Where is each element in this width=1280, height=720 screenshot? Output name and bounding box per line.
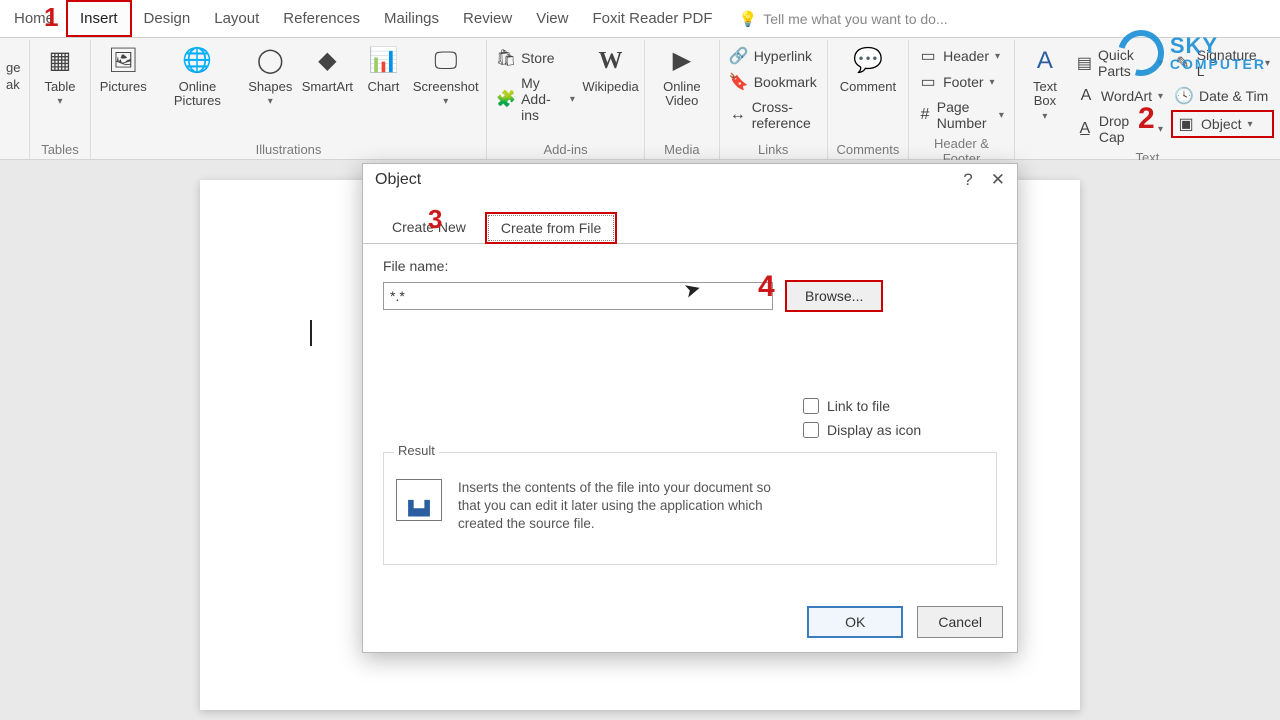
hyperlink-button[interactable]: 🔗Hyperlink [726,44,816,68]
browse-button[interactable]: Browse... [785,280,883,312]
group-illustrations: Illustrations [97,140,480,157]
group-media: Media [651,140,713,157]
watermark-ring-icon [1109,22,1172,85]
tell-me-placeholder: Tell me what you want to do... [763,11,947,27]
tell-me[interactable]: 💡 Tell me what you want to do... [725,0,962,37]
quickparts-icon: ▤ [1077,54,1092,72]
ok-button[interactable]: OK [807,606,903,638]
screenshot-button[interactable]: 🖵Screenshot [411,40,480,107]
wordart-icon: A [1077,87,1095,105]
table-button[interactable]: ▦ Table [36,40,84,107]
wikipedia-icon: W [594,44,628,78]
tab-layout[interactable]: Layout [202,0,271,37]
footer-button[interactable]: ▭Footer [915,70,999,94]
online-video-button[interactable]: ▶Online Video [651,40,713,109]
truncated-button-top[interactable]: ge [6,60,20,75]
shapes-button[interactable]: ◯Shapes [245,40,295,107]
watermark-line2: COMPUTER [1170,57,1266,71]
bookmark-button[interactable]: 🔖Bookmark [726,70,821,94]
result-icon [396,479,442,521]
cross-ref-icon: ↔ [730,106,746,124]
group-comments: Comments [834,140,902,157]
shapes-icon: ◯ [253,44,287,78]
online-pictures-button[interactable]: 🌐Online Pictures [153,40,241,109]
group-links: Links [726,140,821,157]
display-as-icon-checkbox[interactable]: Display as icon [803,422,997,438]
truncated-button-bot[interactable]: ak [6,77,20,92]
cancel-button[interactable]: Cancel [917,606,1003,638]
page-number-button[interactable]: #Page Number [915,96,1008,134]
pictures-button[interactable]: 🖼Pictures [97,40,149,94]
comment-icon: 💬 [851,44,885,78]
lightbulb-icon: 💡 [739,10,758,28]
screenshot-icon: 🖵 [429,44,463,78]
wikipedia-button[interactable]: WWikipedia [583,40,638,94]
smartart-icon: ◆ [310,44,344,78]
object-dialog: Object ? ✕ Create New Create from File F… [362,163,1018,653]
dialog-title: Object [375,171,421,189]
ribbon: ge ak ▦ Table Tables 🖼Pictures 🌐Online P… [0,38,1280,160]
tab-create-from-file[interactable]: Create from File [485,212,617,244]
footer-icon: ▭ [919,73,937,91]
hyperlink-icon: 🔗 [730,47,748,65]
online-pictures-icon: 🌐 [180,44,214,78]
ribbon-tabs: Home Insert Design Layout References Mai… [0,0,1280,38]
dialog-help-button[interactable]: ? [963,170,972,190]
object-icon: ▣ [1177,115,1195,133]
group-tables: Tables [36,140,84,157]
my-addins-button[interactable]: 🧩My Add-ins [493,72,579,126]
link-to-file-checkbox[interactable]: Link to file [803,398,997,414]
group-addins: Add-ins [493,140,638,157]
dialog-close-button[interactable]: ✕ [991,170,1005,190]
datetime-icon: 🕓 [1175,87,1193,105]
video-icon: ▶ [665,44,699,78]
tab-view[interactable]: View [524,0,580,37]
watermark-line1: SKY [1170,35,1266,57]
table-icon: ▦ [43,44,77,78]
textbox-icon: A [1028,44,1062,78]
bookmark-icon: 🔖 [730,73,748,91]
annotation-2: 2 [1138,102,1155,136]
annotation-4: 4 [758,270,775,304]
tab-foxit[interactable]: Foxit Reader PDF [580,0,724,37]
watermark-logo: SKY COMPUTER [1118,30,1266,76]
file-name-label: File name: [383,258,997,274]
textbox-button[interactable]: AText Box [1021,40,1069,122]
file-name-input[interactable] [383,282,773,310]
pagenum-icon: # [919,106,931,124]
comment-button[interactable]: 💬Comment [834,40,902,94]
cross-reference-button[interactable]: ↔Cross-reference [726,96,821,134]
tab-design[interactable]: Design [132,0,203,37]
header-button[interactable]: ▭Header [915,44,1004,68]
header-icon: ▭ [919,47,937,65]
result-title: Result [394,443,439,458]
pictures-icon: 🖼 [106,44,140,78]
tab-references[interactable]: References [271,0,372,37]
dropcap-icon: A̲ [1077,120,1093,138]
tab-insert[interactable]: Insert [66,0,132,37]
addins-icon: 🧩 [497,90,515,108]
store-icon: 🛍 [497,49,515,67]
chart-icon: 📊 [366,44,400,78]
annotation-3: 3 [428,204,442,235]
datetime-button[interactable]: 🕓Date & Tim [1171,84,1274,108]
text-cursor [310,320,312,346]
result-panel: Result Inserts the contents of the file … [383,452,997,565]
object-button[interactable]: ▣Object [1171,110,1274,138]
chart-button[interactable]: 📊Chart [359,40,407,94]
tab-mailings[interactable]: Mailings [372,0,451,37]
smartart-button[interactable]: ◆SmartArt [299,40,355,94]
store-button[interactable]: 🛍Store [493,46,579,70]
tab-review[interactable]: Review [451,0,524,37]
result-description: Inserts the contents of the file into yo… [458,479,788,534]
annotation-1: 1 [44,2,58,33]
